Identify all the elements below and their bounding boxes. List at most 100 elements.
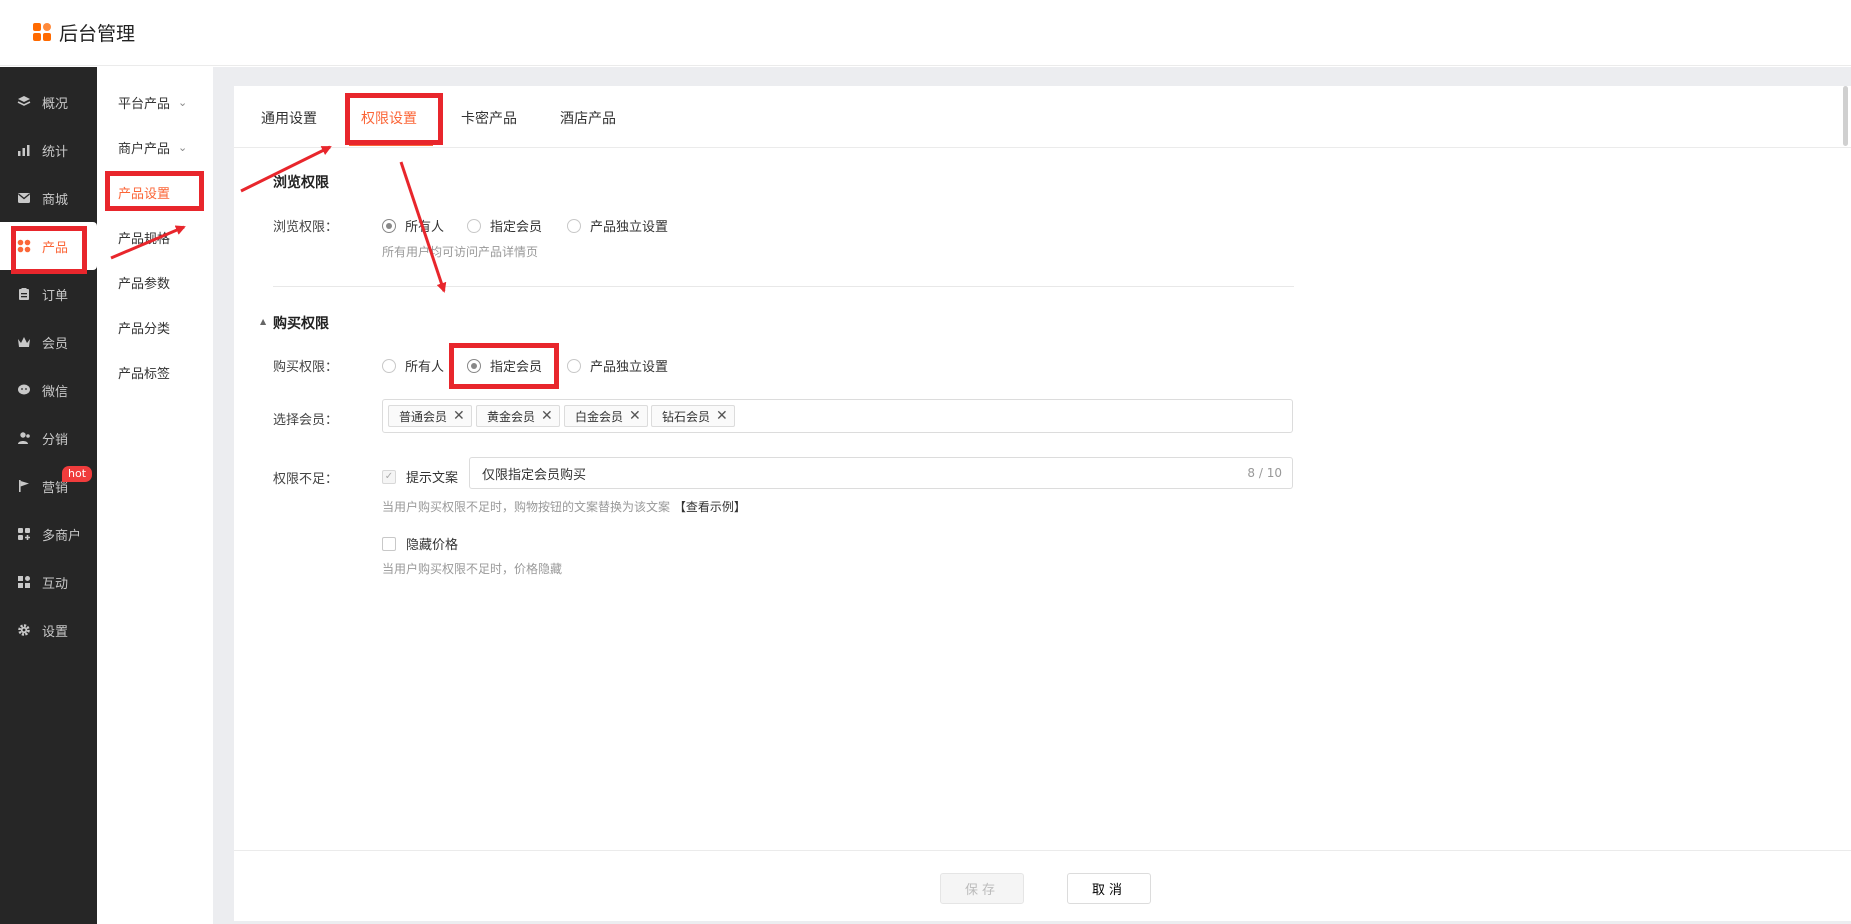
radio-dot bbox=[467, 218, 481, 233]
purchase-radio-specified-members[interactable]: 指定会员 bbox=[467, 356, 542, 375]
cancel-button[interactable]: 取消 bbox=[1067, 873, 1151, 904]
radio-label: 指定会员 bbox=[490, 360, 543, 375]
view-example-link[interactable]: 【查看示例】 bbox=[674, 500, 746, 514]
sidebar-item-distribution[interactable]: 分销 bbox=[0, 414, 97, 462]
radio-label: 产品独立设置 bbox=[590, 360, 669, 375]
radio-label: 产品独立设置 bbox=[590, 220, 669, 235]
logo-icon bbox=[33, 22, 53, 43]
sidebar-item-wechat[interactable]: 微信 bbox=[0, 366, 97, 414]
tag-label: 白金会员 bbox=[575, 409, 624, 424]
sidebar-item-product[interactable]: 产品 bbox=[0, 222, 97, 270]
subnav-merchant-products[interactable]: 商户产品 ⌄ bbox=[97, 127, 213, 167]
browse-hint: 所有用户均可访问产品详情页 bbox=[382, 245, 539, 259]
sub-sidebar: 平台产品 ⌄ 商户产品 ⌄ 产品设置 产品规格 产品参数 产品分类 产品标签 bbox=[97, 67, 213, 924]
subnav-product-specs[interactable]: 产品规格 bbox=[97, 217, 213, 257]
mail-icon bbox=[16, 190, 32, 206]
subnav-product-category[interactable]: 产品分类 bbox=[97, 307, 213, 347]
subnav-product-settings[interactable]: 产品设置 bbox=[97, 172, 213, 212]
tab-permissions[interactable]: 权限设置 bbox=[361, 108, 417, 128]
active-tab-indicator bbox=[349, 144, 433, 146]
subnav-platform-products[interactable]: 平台产品 ⌄ bbox=[97, 82, 213, 122]
scrollbar[interactable] bbox=[1843, 86, 1848, 146]
subnav-product-params[interactable]: 产品参数 bbox=[97, 262, 213, 302]
tag-label: 钻石会员 bbox=[662, 409, 711, 424]
radio-dot bbox=[467, 358, 481, 373]
subnav-label: 产品规格 bbox=[118, 231, 171, 247]
member-tag: 普通会员 ✕ bbox=[388, 405, 472, 427]
sidebar-item-marketing[interactable]: 营销 hot bbox=[0, 462, 97, 510]
form-footer: 保存 取消 bbox=[234, 850, 1851, 921]
sidebar-item-label: 会员 bbox=[42, 336, 69, 352]
tab-hotel-products[interactable]: 酒店产品 bbox=[560, 108, 616, 128]
apps-icon bbox=[16, 574, 32, 590]
save-button[interactable]: 保存 bbox=[940, 873, 1024, 904]
subnav-label: 商户产品 bbox=[118, 141, 171, 157]
sidebar-item-label: 概况 bbox=[42, 96, 69, 112]
tag-label: 黄金会员 bbox=[487, 409, 536, 424]
section-divider bbox=[273, 286, 1294, 287]
member-select[interactable]: 普通会员 ✕ 黄金会员 ✕ 白金会员 ✕ 钻石会员 ✕ bbox=[382, 399, 1293, 433]
gear-icon bbox=[16, 622, 32, 638]
checkbox-label: 提示文案 bbox=[406, 471, 459, 486]
radio-label: 指定会员 bbox=[490, 220, 543, 235]
close-icon[interactable]: ✕ bbox=[716, 409, 728, 423]
main-sidebar: 概况 统计 商城 产品 订单 会员 微信 分销 营销 hot 多商户 互动 设置 bbox=[0, 67, 97, 924]
sidebar-item-member[interactable]: 会员 bbox=[0, 318, 97, 366]
purchase-label: 购买权限： bbox=[273, 360, 339, 375]
settings-tabs: 通用设置 权限设置 卡密产品 酒店产品 bbox=[234, 86, 1851, 148]
purchase-radio-product-independent[interactable]: 产品独立设置 bbox=[567, 356, 668, 375]
browse-radio-specified-members[interactable]: 指定会员 bbox=[467, 216, 542, 235]
hide-price-checkbox[interactable]: 隐藏价格 bbox=[382, 534, 458, 553]
sidebar-item-label: 设置 bbox=[42, 624, 69, 640]
member-tag: 黄金会员 ✕ bbox=[476, 405, 560, 427]
close-icon[interactable]: ✕ bbox=[541, 409, 553, 423]
top-bar: 后台管理 bbox=[0, 0, 1851, 66]
close-icon[interactable]: ✕ bbox=[453, 409, 465, 423]
member-tag: 白金会员 ✕ bbox=[564, 405, 648, 427]
sidebar-item-mall[interactable]: 商城 bbox=[0, 174, 97, 222]
sidebar-item-label: 分销 bbox=[42, 432, 69, 448]
purchase-radio-everyone[interactable]: 所有人 bbox=[382, 356, 444, 375]
sidebar-item-order[interactable]: 订单 bbox=[0, 270, 97, 318]
radio-dot bbox=[382, 358, 396, 373]
sidebar-item-stats[interactable]: 统计 bbox=[0, 126, 97, 174]
tip-text-input[interactable]: 仅限指定会员购买 8 / 10 bbox=[469, 457, 1293, 489]
close-icon[interactable]: ✕ bbox=[629, 409, 641, 423]
sidebar-item-settings[interactable]: 设置 bbox=[0, 606, 97, 654]
tag-label: 普通会员 bbox=[399, 409, 448, 424]
radio-dot bbox=[382, 218, 396, 233]
grid-icon bbox=[16, 238, 32, 254]
checkbox-box bbox=[382, 536, 396, 551]
sidebar-item-label: 微信 bbox=[42, 384, 69, 400]
tip-hint: 当用户购买权限不足时，购物按钮的文案替换为该文案 【查看示例】 bbox=[382, 498, 746, 515]
checkbox-label: 隐藏价格 bbox=[406, 538, 459, 553]
logo[interactable]: 后台管理 bbox=[33, 19, 135, 46]
sidebar-item-label: 商城 bbox=[42, 192, 69, 208]
tip-hint-text: 当用户购买权限不足时，购物按钮的文案替换为该文案 bbox=[382, 500, 671, 514]
sidebar-item-label: 产品 bbox=[42, 240, 69, 256]
sidebar-item-label: 多商户 bbox=[42, 528, 82, 544]
browse-radio-everyone[interactable]: 所有人 bbox=[382, 216, 444, 235]
sidebar-item-multi-merchant[interactable]: 多商户 bbox=[0, 510, 97, 558]
subnav-product-tags[interactable]: 产品标签 bbox=[97, 352, 213, 392]
layers-icon bbox=[16, 94, 32, 110]
flag-icon bbox=[16, 478, 32, 494]
collapse-triangle-icon[interactable]: ▲ bbox=[260, 317, 266, 326]
shop-icon bbox=[16, 526, 32, 542]
chevron-down-icon: ⌄ bbox=[178, 140, 188, 154]
sidebar-item-interaction[interactable]: 互动 bbox=[0, 558, 97, 606]
tab-general[interactable]: 通用设置 bbox=[261, 108, 317, 128]
sidebar-item-overview[interactable]: 概况 bbox=[0, 78, 97, 126]
sidebar-item-label: 统计 bbox=[42, 144, 69, 160]
tip-text-value: 仅限指定会员购买 bbox=[482, 467, 587, 483]
browse-radio-product-independent[interactable]: 产品独立设置 bbox=[567, 216, 668, 235]
radio-dot bbox=[567, 358, 581, 373]
insufficient-label: 权限不足： bbox=[273, 472, 339, 487]
clipboard-icon bbox=[16, 286, 32, 302]
browse-section-title: 浏览权限 bbox=[273, 175, 329, 191]
chevron-down-icon: ⌄ bbox=[178, 95, 188, 109]
tab-card-products[interactable]: 卡密产品 bbox=[461, 108, 517, 128]
subnav-label: 产品参数 bbox=[118, 276, 171, 292]
crown-icon bbox=[16, 334, 32, 350]
tip-text-checkbox[interactable]: ✓ 提示文案 bbox=[382, 467, 458, 486]
